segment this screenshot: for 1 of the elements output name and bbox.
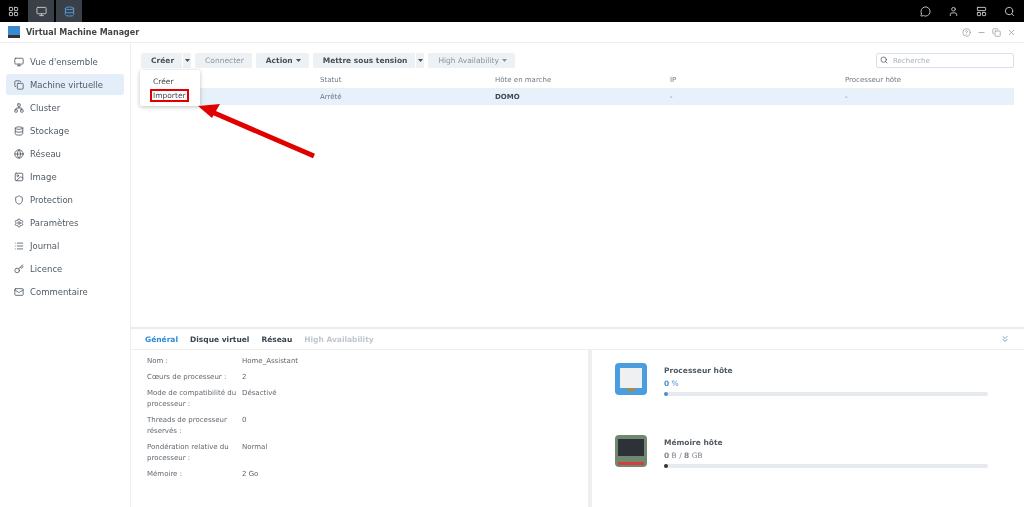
- window-title: Virtual Machine Manager: [26, 27, 141, 37]
